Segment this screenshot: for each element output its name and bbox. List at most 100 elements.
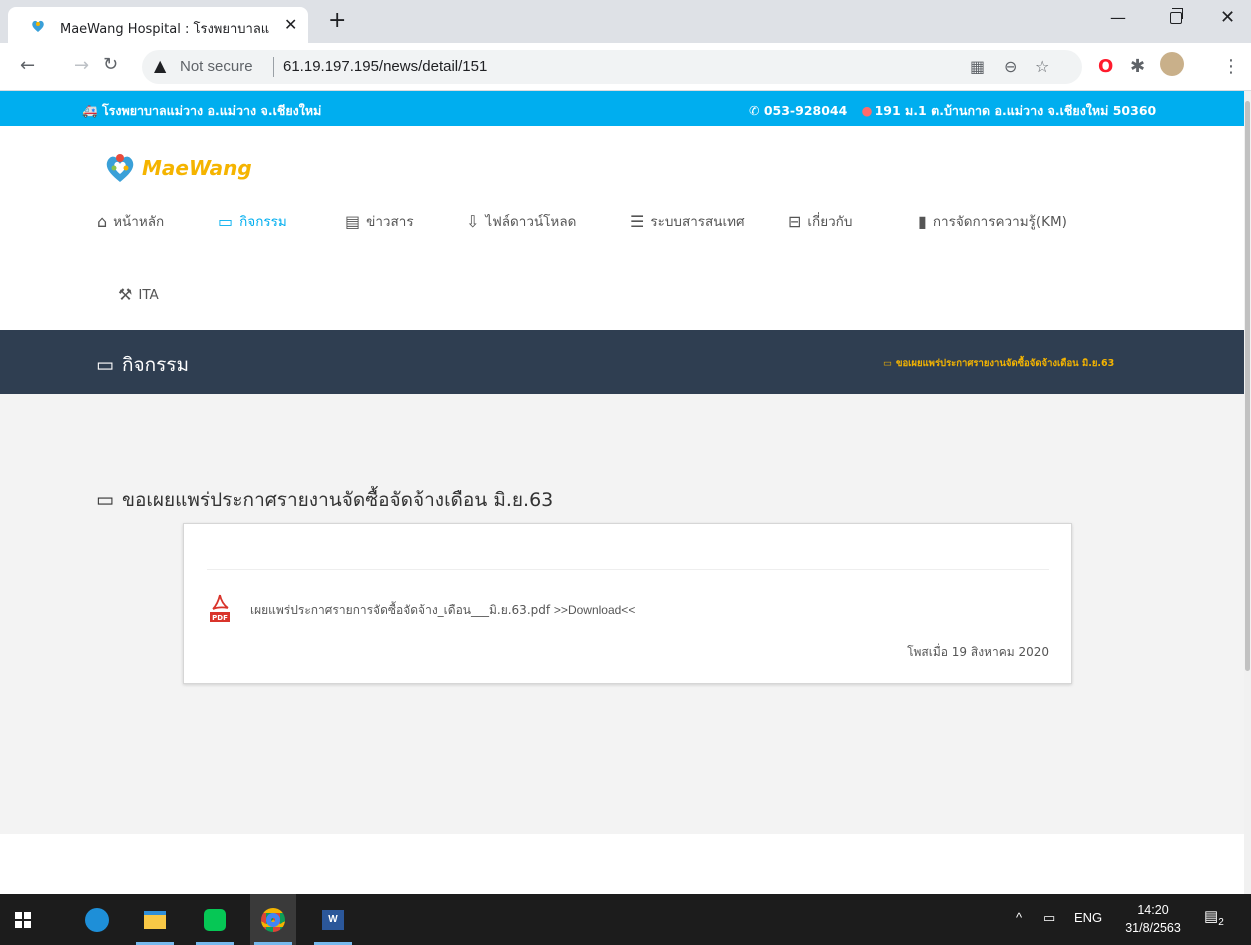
file-name[interactable]: เผยแพร่ประกาศรายการจัดซื้อจัดจ้าง_เดือน_… [250,603,550,617]
windows-logo-icon [15,911,31,928]
hospital-favicon-icon [32,20,44,32]
phone-icon: ✆ [749,103,760,118]
svg-text:PDF: PDF [212,614,228,622]
monitor-icon: ▭ [218,211,234,231]
opera-extension-icon[interactable]: O [1098,56,1113,77]
reload-icon[interactable]: ↻ [103,54,118,75]
new-tab-button[interactable]: + [328,10,346,32]
breadcrumb[interactable]: ▭ ขอเผยแพร่ประกาศรายงานจัดซื้อจัดจ้างเดื… [883,356,1114,371]
download-icon: ⇩ [466,211,480,231]
taskbar-word[interactable]: W [310,894,356,945]
taskbar-file-explorer[interactable] [132,894,178,945]
window-close-button[interactable]: ✕ [1220,7,1235,28]
url-text[interactable]: 61.19.197.195/news/detail/151 [283,58,487,75]
forward-arrow-icon[interactable]: → [74,55,89,76]
taskbar-chrome[interactable] [250,894,296,945]
menu-item-label: กิจกรรม [239,214,287,230]
menu-item-news[interactable]: ▤ ข่าวสาร [345,210,414,232]
tab-title: MaeWang Hospital : โรงพยาบาลแ [60,22,270,37]
window-minimize-button[interactable]: — [1110,8,1126,27]
menu-item-label: การจัดการความรู้(KM) [932,214,1067,230]
edge-icon [85,907,109,932]
menu-item-label: ไฟล์ดาวน์โหลด [485,214,577,230]
menu-item-home[interactable]: ⌂ หน้าหลัก [97,210,164,232]
posted-date: โพสเมื่อ 19 สิงหาคม 2020 [907,645,1049,659]
tray-chevron-icon[interactable]: ^ [1016,910,1022,925]
window-restore-button[interactable] [1170,8,1183,24]
clock-date: 31/8/2563 [1125,921,1181,935]
input-language[interactable]: ENG [1074,910,1102,925]
breadcrumb-text[interactable]: ขอเผยแพร่ประกาศรายงานจัดซื้อจัดจ้างเดือน… [896,356,1114,371]
gavel-icon: ⚒ [118,285,133,304]
book-icon: ▮ [918,211,927,231]
article-title: ▭ ขอเผยแพร่ประกาศรายงานจัดซื้อจัดจ้างเดื… [96,485,553,515]
bookmark-star-icon[interactable]: ☆ [1035,57,1049,76]
back-arrow-icon[interactable]: ← [20,55,35,76]
translate-icon[interactable]: ▦ [970,57,985,76]
scrollbar-thumb[interactable] [1245,101,1250,671]
profile-avatar[interactable] [1160,52,1184,76]
page-title: ▭ กิจกรรม [96,350,189,380]
browser-toolbar: ← → ↻ ▲ Not secure 61.19.197.195/news/de… [0,43,1251,91]
windows-start-button[interactable] [0,894,46,945]
ambulance-icon: 🚑 [82,103,98,118]
menu-item-km[interactable]: ▮ การจัดการความรู้(KM) [918,210,1067,232]
monitor-icon: ▭ [883,358,892,369]
menu-kebab-icon[interactable]: ⋮ [1222,56,1240,77]
folder-icon [144,910,166,929]
topbar-hospital: 🚑 โรงพยาบาลแม่วาง อ.แม่วาง จ.เชียงใหม่ [82,101,321,121]
menu-item-about[interactable]: ⊟ เกี่ยวกับ [788,210,852,232]
logo-text: MaeWang [142,156,252,180]
monitor-icon: ▭ [96,489,114,511]
newspaper-icon: ▤ [345,211,361,231]
taskbar-line[interactable] [192,894,238,945]
page-title-text: กิจกรรม [121,354,190,376]
page-scrollbar[interactable] [1244,91,1251,894]
monitor-icon: ▭ [96,354,114,376]
download-link[interactable]: >>Download<< [554,603,635,617]
topbar-phone: 053-928044 [763,103,848,118]
tab-close-icon[interactable]: ✕ [284,15,297,34]
topbar-address: 191 ม.1 ต.บ้านกาด อ.แม่วาง จ.เชียงใหม่ 5… [874,103,1157,118]
word-icon: W [322,909,344,930]
not-secure-label[interactable]: Not secure [180,58,253,75]
pdf-file-icon: PDF [210,594,230,622]
menu-item-label: เกี่ยวกับ [807,214,853,230]
clock-time: 14:20 [1137,903,1169,917]
address-bar[interactable]: ▲ Not secure 61.19.197.195/news/detail/1… [142,50,1082,84]
home-icon: ⌂ [97,211,108,231]
line-icon [204,908,226,931]
notification-count: 2 [1218,917,1224,928]
site-topbar: 🚑 โรงพยาบาลแม่วาง อ.แม่วาง จ.เชียงใหม่ ✆… [0,91,1251,126]
omnibox-separator [273,57,274,77]
browser-tab-strip: MaeWang Hospital : โรงพยาบาลแ ✕ + — ✕ [0,0,1251,43]
card-divider [207,569,1049,570]
menu-item-label: ITA [138,286,159,303]
taskbar-clock[interactable]: 14:20 31/8/2563 [1122,901,1184,937]
hospital-logo-icon [106,154,134,182]
topbar-hospital-name: โรงพยาบาลแม่วาง อ.แม่วาง จ.เชียงใหม่ [101,103,322,118]
topbar-contact: ✆ 053-928044 ● 191 ม.1 ต.บ้านกาด อ.แม่วาง… [749,101,1156,121]
menu-item-information-system[interactable]: ☰ ระบบสารสนเทศ [630,210,745,232]
file-download-link[interactable]: เผยแพร่ประกาศรายการจัดซื้อจัดจ้าง_เดือน_… [250,601,635,620]
menu-item-downloads[interactable]: ⇩ ไฟล์ดาวน์โหลด [466,210,576,232]
network-icon[interactable]: ▭ [1043,910,1055,926]
browser-tab[interactable]: MaeWang Hospital : โรงพยาบาลแ ✕ [8,7,308,43]
article-card: PDF เผยแพร่ประกาศรายการจัดซื้อจัดจ้าง_เด… [183,523,1072,684]
article-title-text: ขอเผยแพร่ประกาศรายงานจัดซื้อจัดจ้างเดือน… [121,489,554,511]
zoom-icon[interactable]: ⊖ [1004,57,1017,76]
database-icon: ☰ [630,211,645,231]
windows-taskbar: W ^ ▭ ENG 14:20 31/8/2563 ▤2 [0,894,1251,945]
taskbar-edge[interactable] [74,894,120,945]
menu-item-label: หน้าหลัก [113,214,165,230]
menu-item-ita[interactable]: ⚒ ITA [118,285,159,304]
menu-item-label: ข่าวสาร [366,214,414,230]
page-header-bar: ▭ กิจกรรม ▭ ขอเผยแพร่ประกาศรายงานจัดซื้อ… [0,330,1251,394]
menu-item-label: ระบบสารสนเทศ [650,214,745,230]
extensions-puzzle-icon[interactable]: ✱ [1130,56,1145,77]
warning-triangle-icon[interactable]: ▲ [154,56,166,75]
menu-item-activities[interactable]: ▭ กิจกรรม [218,210,287,232]
notification-center-icon[interactable]: ▤2 [1204,907,1224,928]
map-pin-icon: ● [861,103,873,118]
chrome-icon [261,907,285,932]
